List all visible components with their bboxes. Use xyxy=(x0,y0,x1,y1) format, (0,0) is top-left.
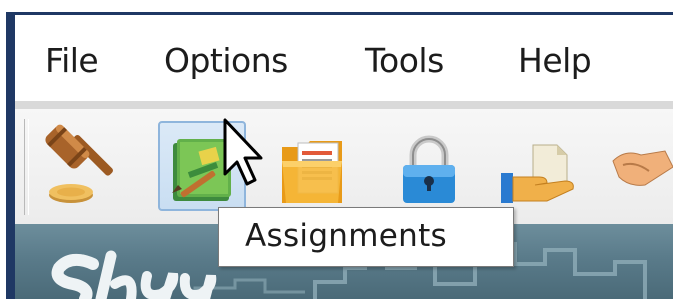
handshake-icon xyxy=(612,150,673,186)
menu-file[interactable]: File xyxy=(45,41,99,80)
gavel-icon xyxy=(45,124,113,203)
folder-button[interactable] xyxy=(272,121,360,211)
gavel-button[interactable] xyxy=(37,121,125,211)
toolbar-grip[interactable] xyxy=(24,119,29,215)
menu-separator xyxy=(15,101,673,109)
tooltip-text: Assignments xyxy=(245,218,447,254)
hand-document-icon xyxy=(501,144,574,203)
mouse-pointer-icon xyxy=(223,118,263,186)
lock-icon xyxy=(403,135,455,203)
menu-options[interactable]: Options xyxy=(164,41,288,80)
lock-button[interactable] xyxy=(385,121,473,211)
handshake-button[interactable] xyxy=(605,121,673,211)
folder-documents-icon xyxy=(282,141,342,203)
window-frame-left xyxy=(6,12,15,299)
menu-help[interactable]: Help xyxy=(518,41,592,80)
hand-document-button[interactable] xyxy=(495,121,583,211)
tooltip: Assignments xyxy=(218,207,514,267)
menu-bar: File Options Tools Help xyxy=(15,15,673,103)
menu-tools[interactable]: Tools xyxy=(365,41,444,80)
